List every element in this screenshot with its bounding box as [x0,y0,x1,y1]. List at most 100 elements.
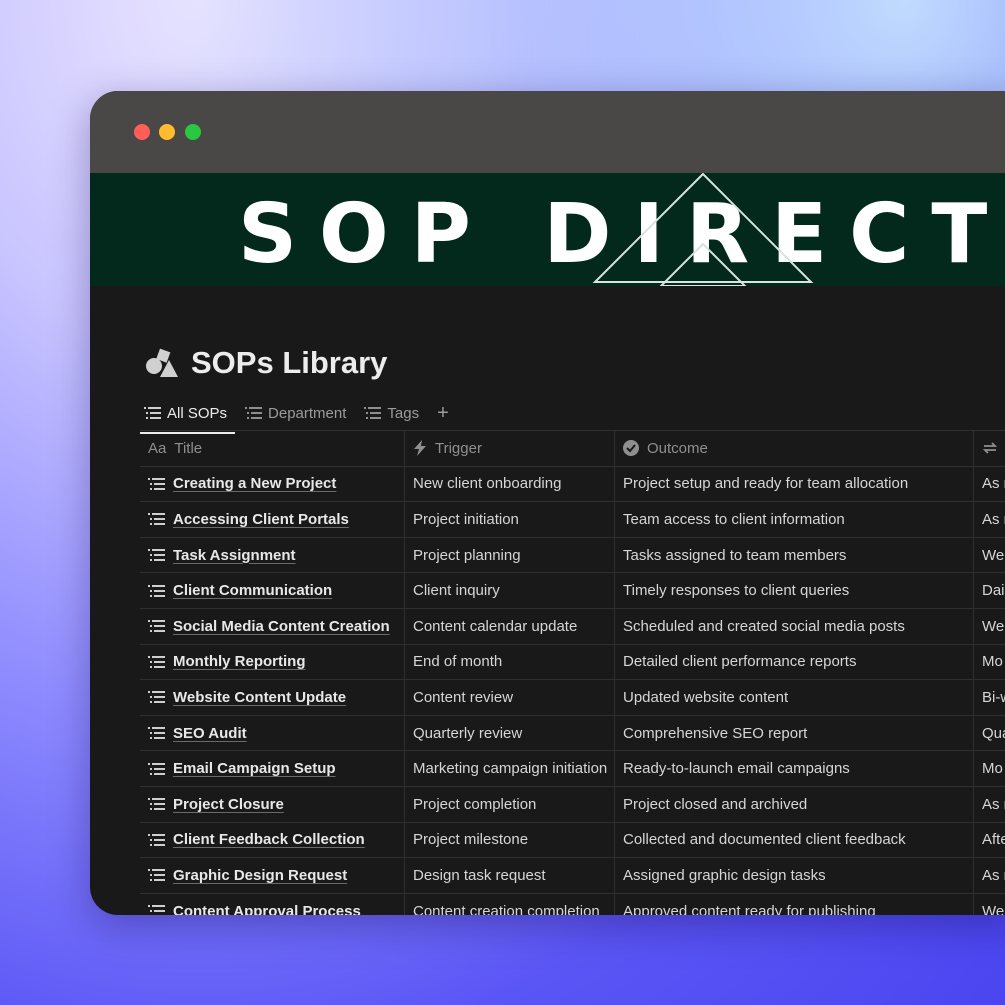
cell-outcome[interactable]: Updated website content [615,680,974,715]
column-header-title[interactable]: Aa Title [140,431,405,466]
table-header-row: Aa Title Trigger Outcome [140,431,1005,467]
cell-trigger[interactable]: Project planning [405,537,615,573]
cell-frequency[interactable]: Dail [974,573,1005,608]
cell-outcome[interactable]: Project closed and archived [615,786,974,822]
cell-title[interactable]: Graphic Design Request [140,858,405,893]
column-header-outcome[interactable]: Outcome [615,431,974,466]
cover-banner: SOP DIRECTO [90,173,1005,286]
cell-title[interactable]: Client Communication [140,573,405,608]
cell-trigger[interactable]: Project initiation [405,502,615,537]
cell-frequency[interactable]: Mo [974,751,1005,786]
cell-outcome[interactable]: Comprehensive SEO report [615,715,974,751]
cell-title[interactable]: Social Media Content Creation [140,608,405,644]
cell-trigger[interactable]: New client onboarding [405,466,615,502]
tab-department[interactable]: Department [241,396,350,430]
cell-frequency[interactable]: As n [974,787,1005,822]
list-icon [144,407,161,419]
cell-frequency[interactable]: Wee [974,894,1005,915]
table-row[interactable]: Social Media Content Creation Content cal… [140,608,1005,645]
cell-title[interactable]: SEO Audit [140,715,405,751]
cell-frequency[interactable]: Mo [974,645,1005,680]
sop-title-link[interactable]: Client Communication [173,582,332,599]
cell-trigger[interactable]: Project milestone [405,822,615,858]
sop-title-link[interactable]: Client Feedback Collection [173,831,365,848]
cell-outcome[interactable]: Scheduled and created social media posts [615,608,974,644]
add-view-button[interactable]: + [437,396,449,430]
table-row[interactable]: Client Feedback Collection Project milest… [140,822,1005,859]
page-header: SOPs Library [145,341,387,385]
cell-outcome[interactable]: Detailed client performance reports [615,644,974,680]
cell-title[interactable]: Client Feedback Collection [140,822,405,858]
sop-title-link[interactable]: Project Closure [173,796,284,813]
cell-title[interactable]: Creating a New Project [140,466,405,502]
cell-outcome[interactable]: Collected and documented client feedback [615,822,974,858]
cell-trigger[interactable]: Marketing campaign initiation [405,751,615,786]
table-row[interactable]: Task Assignment Project planning Tasks ass… [140,537,1005,574]
table-row[interactable]: Graphic Design Request Design task reques… [140,858,1005,894]
table-row[interactable]: SEO Audit Quarterly review Comprehensive S… [140,715,1005,752]
cell-trigger[interactable]: Content review [405,680,615,715]
tab-tags[interactable]: Tags [360,396,423,430]
cell-outcome[interactable]: Tasks assigned to team members [615,537,974,573]
table-row[interactable]: Creating a New Project New client onboard… [140,466,1005,503]
cell-trigger[interactable]: Content creation completion [405,893,615,915]
cell-trigger[interactable]: Content calendar update [405,608,615,644]
list-icon [245,407,263,419]
table-row[interactable]: Content Approval Process Content creation… [140,893,1005,915]
cell-outcome[interactable]: Team access to client information [615,502,974,537]
sop-title-link[interactable]: Content Approval Process [173,903,361,915]
sop-title-link[interactable]: SEO Audit [173,725,247,742]
cell-outcome[interactable]: Timely responses to client queries [615,573,974,608]
cell-outcome[interactable]: Approved content ready for publishing [615,893,974,915]
list-icon [148,833,165,846]
cell-trigger[interactable]: End of month [405,644,615,680]
cell-title[interactable]: Website Content Update [140,680,405,715]
cell-trigger[interactable]: Project completion [405,786,615,822]
sop-title-link[interactable]: Email Campaign Setup [173,760,336,777]
list-icon [148,869,165,882]
sop-title-link[interactable]: Website Content Update [173,689,346,706]
column-header-trigger[interactable]: Trigger [405,431,615,466]
cell-title[interactable]: Task Assignment [140,537,405,573]
cell-frequency[interactable]: As n [974,858,1005,893]
column-header-frequency[interactable] [974,431,1005,466]
cell-frequency[interactable]: Wee [974,609,1005,644]
cell-title[interactable]: Email Campaign Setup [140,751,405,786]
cell-trigger[interactable]: Design task request [405,858,615,893]
tab-all-sops[interactable]: All SOPs [140,396,236,434]
cell-frequency[interactable]: Qua [974,716,1005,751]
close-window-button[interactable] [134,124,150,140]
cell-frequency[interactable]: As n [974,502,1005,537]
cell-frequency[interactable]: Bi-w [974,680,1005,715]
cell-title[interactable]: Accessing Client Portals [140,502,405,537]
table-row[interactable]: Monthly Reporting End of month Detailed cl… [140,644,1005,681]
sop-title-link[interactable]: Graphic Design Request [173,867,347,884]
sop-title-link[interactable]: Monthly Reporting [173,653,305,670]
cell-trigger[interactable]: Client inquiry [405,573,615,608]
cell-title[interactable]: Content Approval Process [140,893,405,915]
cell-title[interactable]: Monthly Reporting [140,644,405,680]
maximize-window-button[interactable] [185,124,201,140]
minimize-window-button[interactable] [159,124,175,140]
sop-title-link[interactable]: Social Media Content Creation [173,618,390,635]
sop-title-link[interactable]: Creating a New Project [173,475,336,492]
cell-trigger[interactable]: Quarterly review [405,715,615,751]
list-icon [148,513,165,526]
sop-title-link[interactable]: Accessing Client Portals [173,511,349,528]
lightning-icon [413,440,427,457]
table-row[interactable]: Project Closure Project completion Project… [140,786,1005,823]
window-titlebar [90,91,1005,173]
sop-title-link[interactable]: Task Assignment [173,547,296,564]
cell-outcome[interactable]: Ready-to-launch email campaigns [615,751,974,786]
cell-frequency[interactable]: Afte [974,823,1005,858]
cell-outcome[interactable]: Assigned graphic design tasks [615,858,974,893]
cell-outcome[interactable]: Project setup and ready for team allocat… [615,466,974,502]
cell-frequency[interactable]: Wee [974,538,1005,573]
cell-title[interactable]: Project Closure [140,786,405,822]
column-header-label: Outcome [647,439,708,457]
cell-frequency[interactable]: As n [974,467,1005,502]
table-row[interactable]: Accessing Client Portals Project initiati… [140,502,1005,538]
table-row[interactable]: Client Communication Client inquiry Timely… [140,573,1005,609]
table-row[interactable]: Website Content Update Content review Upda… [140,680,1005,716]
table-row[interactable]: Email Campaign Setup Marketing campaign i… [140,751,1005,787]
